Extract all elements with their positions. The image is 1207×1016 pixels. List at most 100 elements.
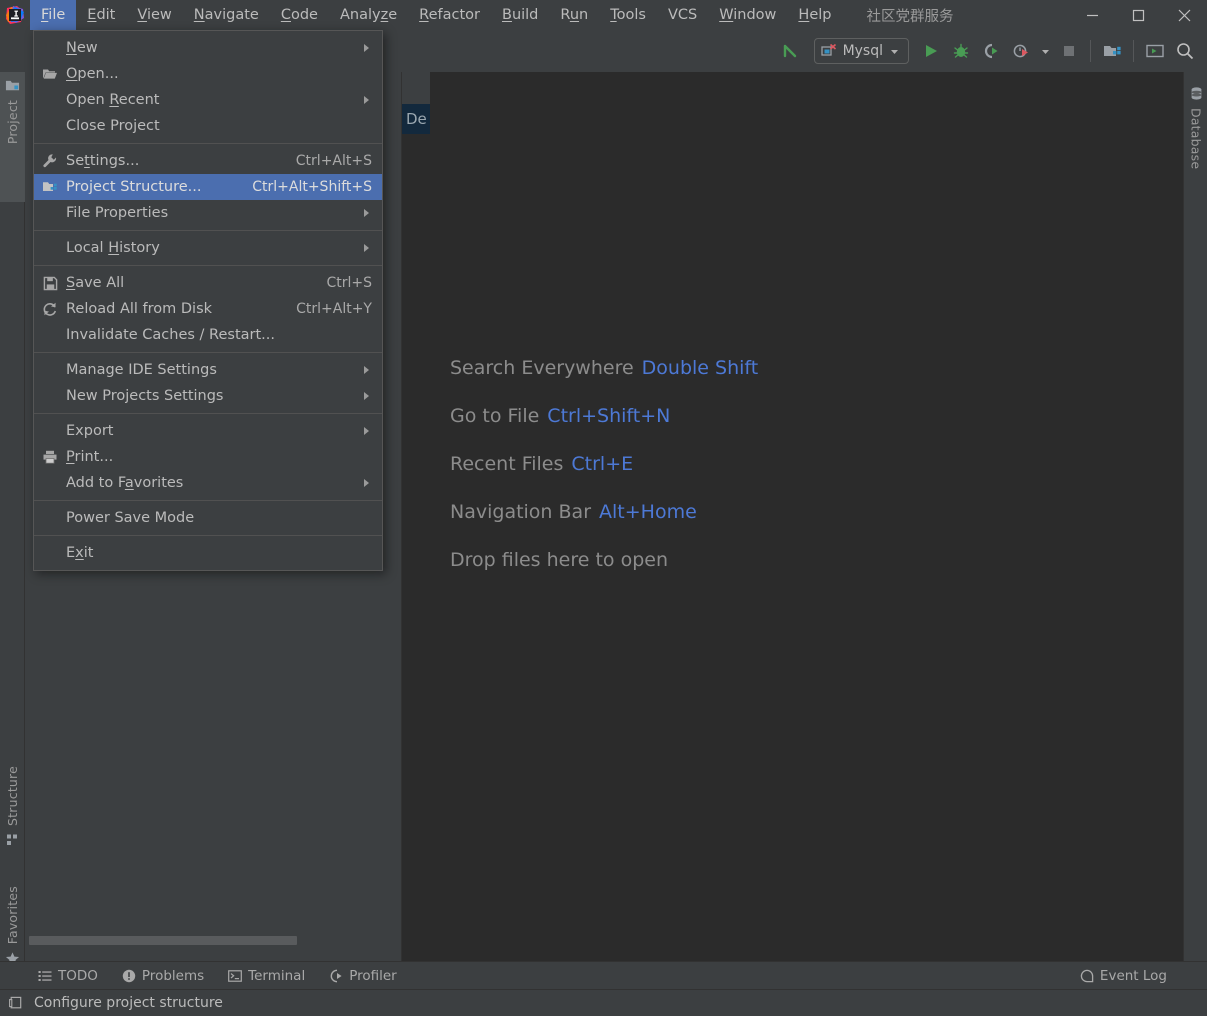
- editor-tab[interactable]: De: [402, 104, 430, 134]
- hint-action: Navigation Bar: [450, 501, 592, 523]
- menu-item-new-projects-settings[interactable]: New Projects Settings: [34, 383, 382, 409]
- bottom-tool-window-bar: TODO Problems Terminal Profiler Event Lo…: [0, 961, 1207, 989]
- editor-area: De Search Everywhere Double Shift Go to F…: [402, 72, 1183, 969]
- menu-item-reload-all-from-disk[interactable]: Reload All from Disk Ctrl+Alt+Y: [34, 296, 382, 322]
- menu-build[interactable]: Build: [491, 0, 549, 30]
- minimize-icon[interactable]: [1069, 0, 1115, 30]
- terminal-icon: [228, 969, 243, 983]
- menu-item-power-save-mode[interactable]: Power Save Mode: [34, 505, 382, 531]
- menu-separator: [34, 352, 382, 353]
- menu-item-label: Export: [66, 423, 114, 439]
- menu-item-local-history[interactable]: Local History: [34, 235, 382, 261]
- sidebar-item-structure-label: Structure: [5, 766, 20, 826]
- menu-item-open[interactable]: Open...: [34, 61, 382, 87]
- bottom-tool-bar-right: Event Log: [1068, 962, 1179, 990]
- folder-open-icon: [34, 66, 66, 82]
- menu-separator: [34, 535, 382, 536]
- menu-item-close-project[interactable]: Close Project: [34, 113, 382, 139]
- menu-item-manage-ide-settings[interactable]: Manage IDE Settings: [34, 357, 382, 383]
- menu-analyze[interactable]: Analyze: [329, 0, 408, 30]
- menu-view[interactable]: View: [126, 0, 182, 30]
- profile-dropdown-icon[interactable]: [1037, 37, 1053, 65]
- hint-action: Recent Files: [450, 453, 564, 475]
- submenu-arrow-icon: [362, 391, 372, 401]
- menu-item-print[interactable]: Print...: [34, 444, 382, 470]
- menu-navigate[interactable]: Navigate: [183, 0, 270, 30]
- project-structure-button[interactable]: [1098, 37, 1126, 65]
- sidebar-item-project-label: Project: [5, 100, 20, 145]
- sidebar-item-structure[interactable]: Structure: [0, 762, 25, 872]
- menu-item-project-structure[interactable]: Project Structure... Ctrl+Alt+Shift+S: [34, 174, 382, 200]
- maximize-icon[interactable]: [1115, 0, 1161, 30]
- menu-item-export[interactable]: Export: [34, 418, 382, 444]
- event-log-icon: [1080, 969, 1094, 983]
- bottom-tab-terminal[interactable]: Terminal: [216, 962, 317, 990]
- menu-shortcut: Ctrl+S: [326, 275, 372, 291]
- project-icon: [5, 78, 20, 93]
- menu-item-settings[interactable]: Settings... Ctrl+Alt+S: [34, 148, 382, 174]
- menu-item-label: Manage IDE Settings: [66, 362, 217, 378]
- editor-empty-hints: Search Everywhere Double Shift Go to File…: [450, 357, 758, 571]
- bottom-tab-label: Terminal: [248, 967, 306, 984]
- menu-item-add-to-favorites[interactable]: Add to Favorites: [34, 470, 382, 496]
- bottom-tab-problems[interactable]: Problems: [110, 962, 216, 990]
- status-message: Configure project structure: [34, 995, 223, 1011]
- bottom-tab-profiler[interactable]: Profiler: [317, 962, 409, 990]
- menu-vcs[interactable]: VCS: [657, 0, 708, 30]
- menu-shortcut: Ctrl+Alt+S: [295, 153, 372, 169]
- sidebar-item-database[interactable]: Database: [1184, 80, 1207, 210]
- menu-bar[interactable]: File Edit View Navigate Code Analyze Ref…: [30, 0, 842, 30]
- profile-button[interactable]: [1007, 37, 1035, 65]
- menu-item-new[interactable]: New: [34, 35, 382, 61]
- bottom-tab-event-log[interactable]: Event Log: [1068, 962, 1179, 990]
- menu-refactor[interactable]: Refactor: [408, 0, 491, 30]
- coverage-button[interactable]: [977, 37, 1005, 65]
- status-bar: Configure project structure: [0, 989, 1207, 1016]
- intellij-logo-icon: [0, 0, 30, 30]
- search-button[interactable]: [1171, 37, 1199, 65]
- hint-row: Go to File Ctrl+Shift+N: [450, 405, 758, 427]
- bottom-tab-label: TODO: [58, 967, 98, 984]
- right-tool-window-bar: Database: [1183, 72, 1207, 969]
- stop-button[interactable]: [1055, 37, 1083, 65]
- hint-shortcut: Alt+Home: [599, 501, 697, 523]
- print-icon: [34, 449, 66, 465]
- menu-item-exit[interactable]: Exit: [34, 540, 382, 566]
- menu-window[interactable]: Window: [708, 0, 787, 30]
- hint-row: Search Everywhere Double Shift: [450, 357, 758, 379]
- run-configuration-selector[interactable]: Mysql: [813, 38, 909, 64]
- editor-tab-strip: [402, 72, 430, 104]
- close-icon[interactable]: [1161, 0, 1207, 30]
- hint-action: Go to File: [450, 405, 540, 427]
- menu-item-invalidate-caches[interactable]: Invalidate Caches / Restart...: [34, 322, 382, 348]
- menu-edit[interactable]: Edit: [76, 0, 126, 30]
- hint-shortcut: Double Shift: [641, 357, 759, 379]
- chevron-down-icon: [889, 46, 900, 57]
- run-button[interactable]: [917, 37, 945, 65]
- debug-button[interactable]: [947, 37, 975, 65]
- menu-item-open-recent[interactable]: Open Recent: [34, 87, 382, 113]
- project-panel-scrollbar-thumb[interactable]: [29, 936, 297, 945]
- project-panel-scrollbar-track[interactable]: [25, 936, 402, 957]
- menu-run[interactable]: Run: [549, 0, 599, 30]
- submenu-arrow-icon: [362, 426, 372, 436]
- sidebar-item-project[interactable]: Project: [0, 72, 25, 202]
- menu-tools[interactable]: Tools: [599, 0, 657, 30]
- hint-shortcut: Ctrl+Shift+N: [547, 405, 671, 427]
- hint-row: Navigation Bar Alt+Home: [450, 501, 758, 523]
- submenu-arrow-icon: [362, 95, 372, 105]
- menu-file[interactable]: File: [30, 0, 77, 30]
- menu-code[interactable]: Code: [270, 0, 329, 30]
- menu-help[interactable]: Help: [787, 0, 842, 30]
- menu-item-file-properties[interactable]: File Properties: [34, 200, 382, 226]
- window-title: 社区党群服务: [866, 8, 954, 25]
- terminal-button[interactable]: [1141, 37, 1169, 65]
- menu-item-save-all[interactable]: Save All Ctrl+S: [34, 270, 382, 296]
- file-menu-popup[interactable]: New Open... Open Recent Close Project Se…: [33, 30, 383, 571]
- back-arrow-icon[interactable]: [776, 37, 806, 65]
- toolbar-divider-2: [1133, 40, 1134, 62]
- reload-icon: [34, 301, 66, 317]
- ide-window: File Edit View Navigate Code Analyze Ref…: [0, 0, 1207, 1016]
- profiler-icon: [329, 969, 343, 983]
- bottom-tab-todo[interactable]: TODO: [26, 962, 110, 990]
